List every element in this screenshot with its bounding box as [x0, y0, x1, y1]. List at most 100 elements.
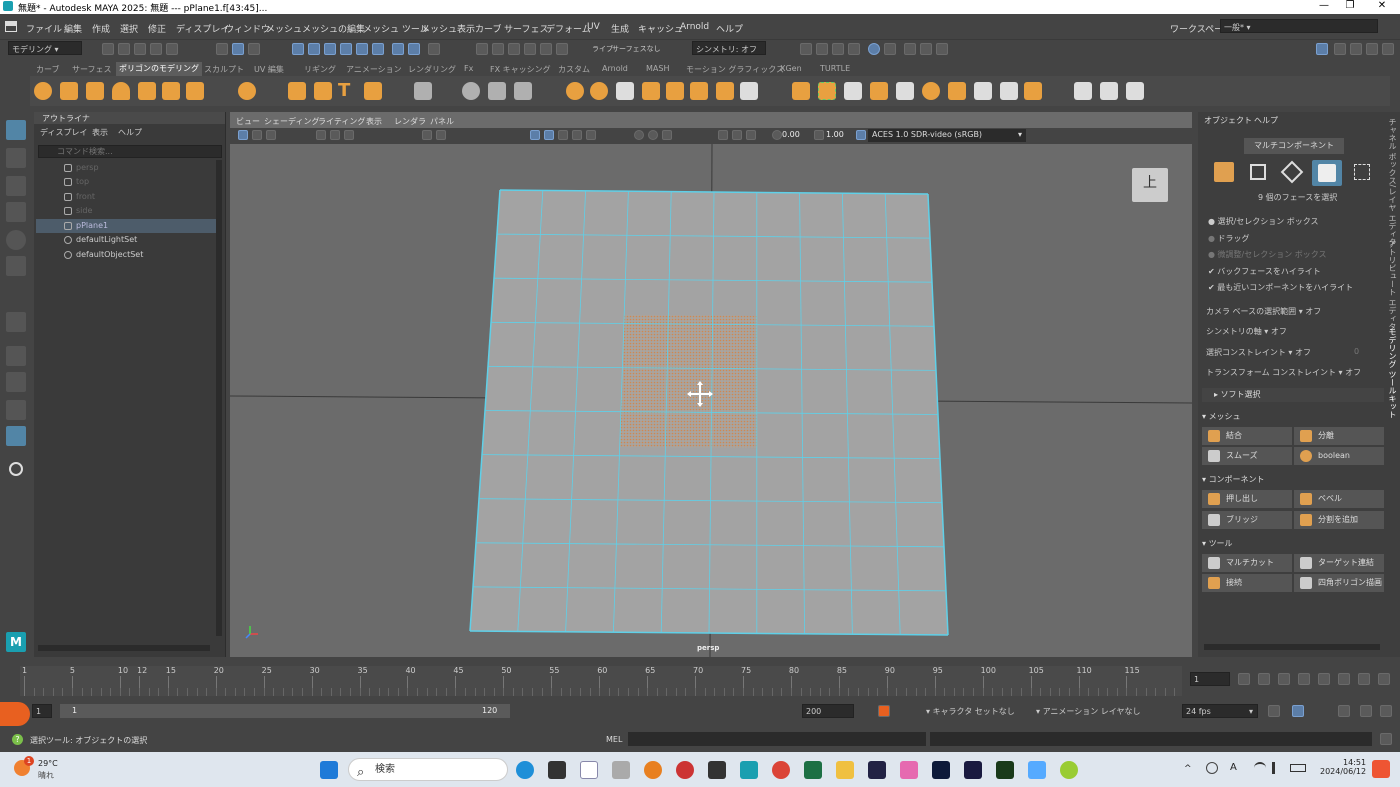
snap-grid-icon[interactable]	[292, 43, 304, 55]
toolkit-menu-help[interactable]: ヘルプ	[1254, 115, 1278, 126]
magnify-icon[interactable]	[9, 462, 23, 476]
anim-prefs-icon[interactable]	[1380, 705, 1392, 717]
houdini-icon[interactable]	[676, 761, 694, 779]
refresh-icon[interactable]	[556, 43, 568, 55]
shadows-icon[interactable]	[634, 130, 644, 140]
fps-dropdown[interactable]: 24 fps ▾	[1182, 704, 1258, 718]
menu-mesh[interactable]: メッシュ	[266, 22, 302, 35]
film-gate-icon[interactable]	[330, 130, 340, 140]
connect-button[interactable]: 接続	[1202, 574, 1292, 592]
target-weld-shelf-icon[interactable]	[1100, 82, 1118, 100]
volume-icon[interactable]	[1272, 762, 1284, 774]
script-editor-icon[interactable]	[1380, 733, 1392, 745]
grid-toggle-icon[interactable]	[422, 130, 432, 140]
maximize-button[interactable]: ❐	[1338, 0, 1362, 11]
app-icon-6[interactable]	[1028, 761, 1046, 779]
step-forward-frame-icon[interactable]	[1358, 673, 1370, 685]
snap-view-icon[interactable]	[340, 43, 352, 55]
anim-layer-dropdown[interactable]: ▾ アニメーション レイヤなし	[1036, 706, 1141, 717]
mesh-section-header[interactable]: ▾ メッシュ	[1202, 411, 1384, 423]
append-polygon-icon[interactable]	[896, 82, 914, 100]
open-scene-icon[interactable]	[118, 43, 130, 55]
poly-cylinder-icon[interactable]	[86, 82, 104, 100]
bridge-button[interactable]: ブリッジ	[1202, 511, 1292, 529]
check-nearest-component[interactable]: ✔ 最も近いコンポーネントをハイライト	[1208, 282, 1353, 293]
weather-temp[interactable]: 29°C	[38, 759, 58, 768]
tab-polygon-modeling[interactable]: ポリゴンのモデリング	[116, 62, 202, 76]
tab-mash[interactable]: MASH	[646, 64, 669, 73]
camera-attr-icon[interactable]	[252, 130, 262, 140]
mel-label[interactable]: MEL	[606, 735, 622, 744]
svg-icon[interactable]	[364, 82, 382, 100]
toolkit-menu-object[interactable]: オブジェクト	[1204, 115, 1252, 126]
textured-icon[interactable]	[572, 130, 582, 140]
tab-channel-box[interactable]: チャネル ボックス/レイヤ エディタ	[1387, 118, 1398, 246]
tab-arnold[interactable]: Arnold	[602, 64, 628, 73]
tab-custom[interactable]: カスタム	[558, 64, 590, 75]
mirror-icon[interactable]	[642, 82, 660, 100]
goto-end-icon[interactable]	[1378, 673, 1390, 685]
render-sequence-icon[interactable]	[816, 43, 828, 55]
command-input[interactable]	[628, 732, 926, 746]
scale-tool-icon[interactable]	[6, 256, 26, 276]
type-text-icon[interactable]: T	[338, 82, 356, 100]
separate-button[interactable]: 分離	[1294, 427, 1384, 445]
sweep-mesh-icon[interactable]	[314, 82, 332, 100]
mode-dropdown[interactable]: モデリング ▾	[8, 41, 82, 55]
outliner-menu-show[interactable]: 表示	[92, 127, 108, 138]
pplane1-mesh[interactable]	[469, 189, 949, 636]
weather-desc[interactable]: 晴れ	[38, 770, 54, 781]
menu-edit-mesh[interactable]: メッシュの編集	[302, 22, 365, 35]
home-icon[interactable]	[5, 21, 17, 32]
range-end-field[interactable]: 200	[802, 704, 854, 718]
blender-icon[interactable]	[644, 761, 662, 779]
tab-attribute-editor[interactable]: アトリビュート エディタ	[1387, 240, 1398, 331]
battery-icon[interactable]	[1290, 764, 1306, 772]
sound-icon[interactable]	[1338, 705, 1350, 717]
poke-icon[interactable]	[948, 82, 966, 100]
tab-uv-edit[interactable]: UV 編集	[254, 64, 284, 75]
vp-menu-renderer[interactable]: レンダラ	[394, 116, 426, 127]
vp-menu-panels[interactable]: パネル	[430, 116, 454, 127]
extrude-button[interactable]: 押し出し	[1202, 490, 1292, 508]
transform-constraint[interactable]: トランスフォーム コンストレイント ▾ オフ	[1206, 367, 1361, 378]
undo-icon[interactable]	[150, 43, 162, 55]
last-tool-icon[interactable]	[6, 312, 26, 332]
tab-fx-caching[interactable]: FX キャッシング	[490, 64, 551, 75]
output-lock-icon[interactable]	[508, 43, 520, 55]
collapse-icon[interactable]	[1000, 82, 1018, 100]
add-divisions-button[interactable]: 分割を追加	[1294, 511, 1384, 529]
app-icon-7[interactable]	[1060, 761, 1078, 779]
viewcube[interactable]: 上	[1132, 168, 1168, 202]
outliner-vscroll[interactable]	[216, 160, 222, 636]
select-hierarchy-icon[interactable]	[216, 43, 228, 55]
viewport-canvas[interactable]	[230, 144, 1192, 657]
viewport[interactable]: persp 上	[230, 112, 1192, 657]
menu-edit[interactable]: 編集	[64, 22, 82, 35]
component-section-header[interactable]: ▾ コンポーネント	[1202, 474, 1384, 486]
outliner-item-front[interactable]: front	[36, 190, 216, 204]
super-shape-icon[interactable]	[288, 82, 306, 100]
menu-modify[interactable]: 修正	[148, 22, 166, 35]
xray-joints-icon[interactable]	[746, 130, 756, 140]
outliner-search-input[interactable]	[38, 145, 222, 158]
cache-playback-icon[interactable]	[1292, 705, 1304, 717]
multi-component-button[interactable]: マルチコンポーネント	[1244, 138, 1344, 154]
explorer-icon[interactable]	[836, 761, 854, 779]
option-drag[interactable]: ● ドラッグ	[1208, 233, 1250, 244]
toolkit-toggle-icon[interactable]	[1366, 43, 1378, 55]
outliner-hscroll[interactable]	[38, 645, 210, 651]
poly-cube-icon[interactable]	[60, 82, 78, 100]
combine-button[interactable]: 結合	[1202, 427, 1292, 445]
smooth-shade-icon[interactable]	[544, 130, 554, 140]
wifi-icon[interactable]	[1254, 762, 1266, 774]
exposure-icon[interactable]	[772, 130, 782, 140]
construction-icon[interactable]	[524, 43, 536, 55]
edge-mode-icon[interactable]	[1280, 160, 1304, 184]
menu-cache[interactable]: キャッシュ	[638, 22, 683, 35]
multicut-button[interactable]: マルチカット	[1202, 554, 1292, 572]
step-forward-key-icon[interactable]	[1338, 673, 1350, 685]
goto-start-icon[interactable]	[1238, 673, 1250, 685]
target-weld-button[interactable]: ターゲット連結	[1294, 554, 1384, 572]
live-surface[interactable]: サーフェスなし	[612, 44, 661, 54]
